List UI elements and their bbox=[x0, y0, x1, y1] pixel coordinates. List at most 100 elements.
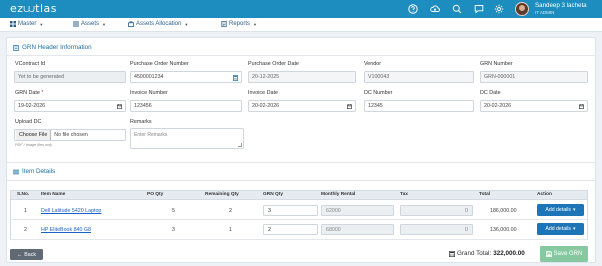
dc-number-label: DC Number bbox=[364, 90, 393, 96]
top-bar: ez⩊tlas Sandeep 3 lacheta IT ADMIN bbox=[0, 0, 602, 18]
bag-icon bbox=[128, 21, 134, 27]
caret-down-icon: ▾ bbox=[573, 207, 576, 213]
menu-assets[interactable]: Assets ▼ bbox=[73, 21, 106, 27]
invoice-date-label: Invoice Date bbox=[248, 90, 278, 96]
chevron-down-icon: ▼ bbox=[253, 21, 257, 27]
menu-master-label: Master bbox=[18, 21, 37, 27]
add-details-button[interactable]: Add details ▾ bbox=[537, 223, 584, 235]
upload-dc-file-input[interactable]: Choose File No file chosen bbox=[14, 129, 126, 141]
main-menu-bar: Master ▼ Assets ▼ Assets Allocation ▼ Re… bbox=[0, 18, 602, 32]
vendor-field: V100043 bbox=[364, 71, 474, 83]
list-icon bbox=[13, 169, 19, 174]
grn-qty-input[interactable]: 2 bbox=[263, 224, 318, 235]
dc-number-input[interactable]: 12345 bbox=[364, 100, 474, 112]
invoice-date-value: 20-02-2026 bbox=[252, 103, 280, 109]
resize-grip-icon[interactable] bbox=[238, 143, 242, 147]
user-role: IT ADMIN bbox=[535, 10, 555, 15]
remarks-label: Remarks bbox=[130, 119, 152, 125]
report-icon bbox=[221, 21, 227, 27]
remarks-textarea[interactable]: Enter Remarks bbox=[130, 128, 244, 149]
col-monthly-rental: Monthly Rental bbox=[321, 192, 356, 197]
document-icon bbox=[13, 44, 19, 51]
grn-header-section-title: GRN Header Information bbox=[13, 44, 92, 51]
po-date-label: Purchase Order Date bbox=[248, 61, 299, 67]
row-total: 186,000.00 bbox=[490, 208, 517, 214]
grn-date-input[interactable]: 19-02-2026 bbox=[14, 100, 126, 112]
dc-date-input[interactable]: 20-02-2026 bbox=[480, 100, 588, 112]
calendar-icon[interactable] bbox=[579, 104, 584, 109]
calendar-icon[interactable] bbox=[347, 104, 352, 109]
row-sno: 2 bbox=[24, 227, 27, 233]
dc-date-label: DC Date bbox=[480, 90, 501, 96]
arrow-left-icon: ← bbox=[16, 251, 23, 258]
menu-master[interactable]: Master ▼ bbox=[10, 21, 43, 27]
divider bbox=[7, 162, 595, 163]
col-sno: S.No. bbox=[17, 192, 30, 197]
chat-icon[interactable] bbox=[474, 4, 484, 14]
calculator-icon[interactable] bbox=[233, 74, 238, 81]
po-number-label: Purchase Order Number bbox=[130, 61, 189, 67]
chevron-down-icon: ▼ bbox=[184, 21, 189, 27]
grand-total: Grand Total: 322,000.00 bbox=[449, 250, 525, 257]
grn-number-field: GRN-000001 bbox=[480, 71, 588, 83]
po-date-field: 20-12-2025 bbox=[248, 71, 356, 83]
row-sno: 1 bbox=[24, 208, 27, 214]
menu-assets-label: Assets bbox=[81, 21, 100, 27]
choose-file-button[interactable]: Choose File bbox=[16, 130, 52, 140]
remarks-placeholder: Enter Remarks bbox=[134, 132, 168, 138]
menu-reports[interactable]: Reports ▼ bbox=[221, 21, 257, 27]
grand-total-value: 322,000.00 bbox=[493, 250, 525, 257]
col-total: Total bbox=[479, 192, 491, 197]
avatar[interactable] bbox=[515, 2, 529, 16]
upload-hint: PDF / Image files only bbox=[15, 143, 53, 147]
grid-icon bbox=[10, 21, 16, 27]
monthly-rental-field: 62000 bbox=[321, 205, 394, 216]
menu-reports-label: Reports bbox=[229, 21, 251, 27]
item-details-title-text: Item Details bbox=[22, 168, 56, 175]
no-file-chosen-text: No file chosen bbox=[54, 132, 88, 138]
row-remaining-qty: 2 bbox=[229, 208, 232, 214]
items-table-header bbox=[10, 190, 588, 200]
tax-field: 0 bbox=[400, 224, 473, 235]
settings-gear-icon[interactable] bbox=[494, 4, 504, 14]
grn-header-title-text: GRN Header Information bbox=[22, 44, 92, 51]
row-total: 136,000.00 bbox=[490, 227, 517, 233]
add-details-button[interactable]: Add details ▾ bbox=[537, 204, 584, 216]
user-name[interactable]: Sandeep 3 lacheta bbox=[535, 2, 587, 9]
col-po-qty: PO Qty bbox=[147, 192, 164, 197]
col-tax: Tax bbox=[400, 192, 408, 197]
app-logo[interactable]: ez⩊tlas bbox=[10, 2, 57, 16]
grn-date-value: 19-02-2026 bbox=[18, 103, 46, 109]
menu-assets-allocation[interactable]: Assets Allocation ▼ bbox=[128, 21, 188, 27]
grand-total-label: Grand Total: bbox=[457, 250, 492, 257]
menu-assets-allocation-label: Assets Allocation bbox=[136, 21, 182, 27]
vcontract-field: Yet to be generated bbox=[14, 71, 126, 83]
caret-down-icon: ▾ bbox=[573, 226, 576, 232]
col-grn-qty: GRN Qty bbox=[263, 192, 283, 197]
tax-field: 0 bbox=[400, 205, 473, 216]
col-item-name: Item Name bbox=[41, 192, 66, 197]
invoice-date-input[interactable]: 20-02-2026 bbox=[248, 100, 356, 112]
cloud-upload-icon[interactable] bbox=[430, 4, 440, 14]
help-icon[interactable] bbox=[408, 4, 418, 14]
po-number-field[interactable]: 4500001234 bbox=[130, 71, 242, 83]
invoice-number-input[interactable]: 123456 bbox=[130, 100, 242, 112]
col-action: Action bbox=[537, 192, 552, 197]
row-po-qty: 5 bbox=[172, 208, 175, 214]
chevron-down-icon: ▼ bbox=[102, 21, 106, 27]
row-remaining-qty: 1 bbox=[229, 227, 232, 233]
item-name-link[interactable]: HP EliteBook 840 G8 bbox=[41, 227, 91, 233]
grn-number-label: GRN Number bbox=[480, 61, 513, 67]
list-icon bbox=[73, 21, 79, 27]
add-details-label: Add details bbox=[545, 226, 572, 232]
invoice-number-label: Invoice Number bbox=[130, 90, 168, 96]
save-grn-button[interactable]: Save GRN bbox=[540, 246, 588, 262]
item-name-link[interactable]: Dell Latitude 5420 Laptop bbox=[41, 208, 101, 214]
calculator-icon bbox=[449, 250, 455, 257]
search-icon[interactable] bbox=[452, 4, 462, 14]
grn-qty-input[interactable]: 3 bbox=[263, 205, 318, 216]
back-label: Back bbox=[24, 251, 37, 258]
calendar-icon[interactable] bbox=[117, 104, 122, 109]
vendor-label: Vendor bbox=[364, 61, 382, 67]
back-button[interactable]: ← Back bbox=[10, 249, 43, 260]
